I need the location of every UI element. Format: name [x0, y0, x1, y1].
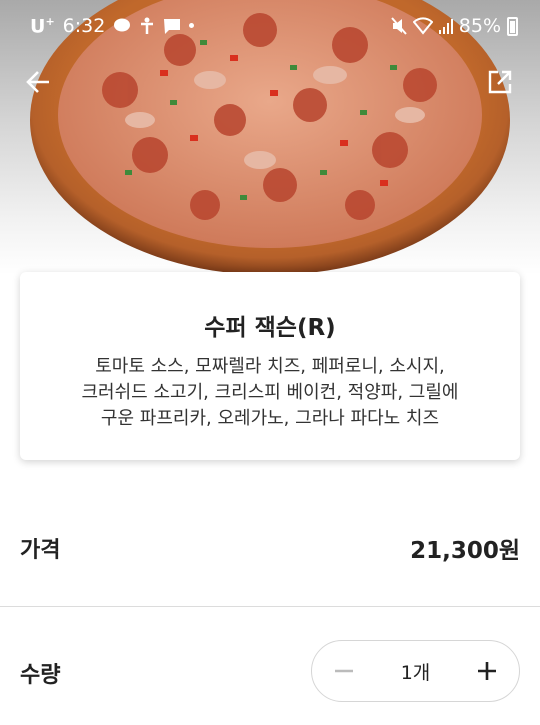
quantity-label: 수량 — [20, 662, 61, 688]
decrease-button[interactable] — [312, 641, 376, 701]
product-name: 수퍼 잭슨(R) — [204, 315, 336, 341]
share-button[interactable] — [482, 64, 518, 100]
wifi-icon — [412, 17, 433, 35]
clock: 6:32 — [62, 14, 106, 37]
carrier-label: U+ — [30, 14, 55, 38]
signal-icon — [438, 19, 453, 34]
product-description: 토마토 소스, 모짜렐라 치즈, 페퍼로니, 소시지, 크러쉬드 소고기, 크리… — [20, 354, 520, 432]
plus-icon — [478, 662, 496, 680]
description-line: 구운 파프리카, 오레가노, 그라나 파다노 치즈 — [100, 408, 440, 429]
arrow-left-icon — [26, 71, 49, 93]
message-icon — [164, 18, 181, 34]
quantity-value: 1개 — [400, 661, 431, 684]
description-line: 토마토 소스, 모짜렐라 치즈, 페퍼로니, 소시지, — [95, 356, 445, 377]
increase-button[interactable] — [455, 641, 519, 701]
notification-dot-icon — [189, 23, 195, 29]
minus-icon — [335, 669, 353, 673]
price-value: 21,300원 — [410, 537, 520, 564]
price-label: 가격 — [20, 537, 61, 563]
chat-bubble-icon — [114, 18, 131, 32]
product-info-card: 수퍼 잭슨(R) 토마토 소스, 모짜렐라 치즈, 페퍼로니, 소시지, 크러쉬… — [20, 272, 520, 460]
status-bar: U+ 6:32 85% — [0, 0, 540, 52]
divider — [0, 606, 540, 607]
battery-percent: 85% — [458, 15, 501, 37]
battery-icon — [507, 16, 518, 36]
description-line: 크러쉬드 소고기, 크리스피 베이컨, 적양파, 그릴에 — [81, 382, 459, 403]
quantity-stepper[interactable]: 1개 — [311, 640, 520, 702]
accessibility-icon — [141, 17, 154, 34]
mute-icon — [391, 17, 407, 35]
back-button[interactable] — [20, 64, 56, 100]
price-row: 가격 21,300원 — [0, 525, 540, 570]
external-share-icon — [488, 70, 512, 94]
